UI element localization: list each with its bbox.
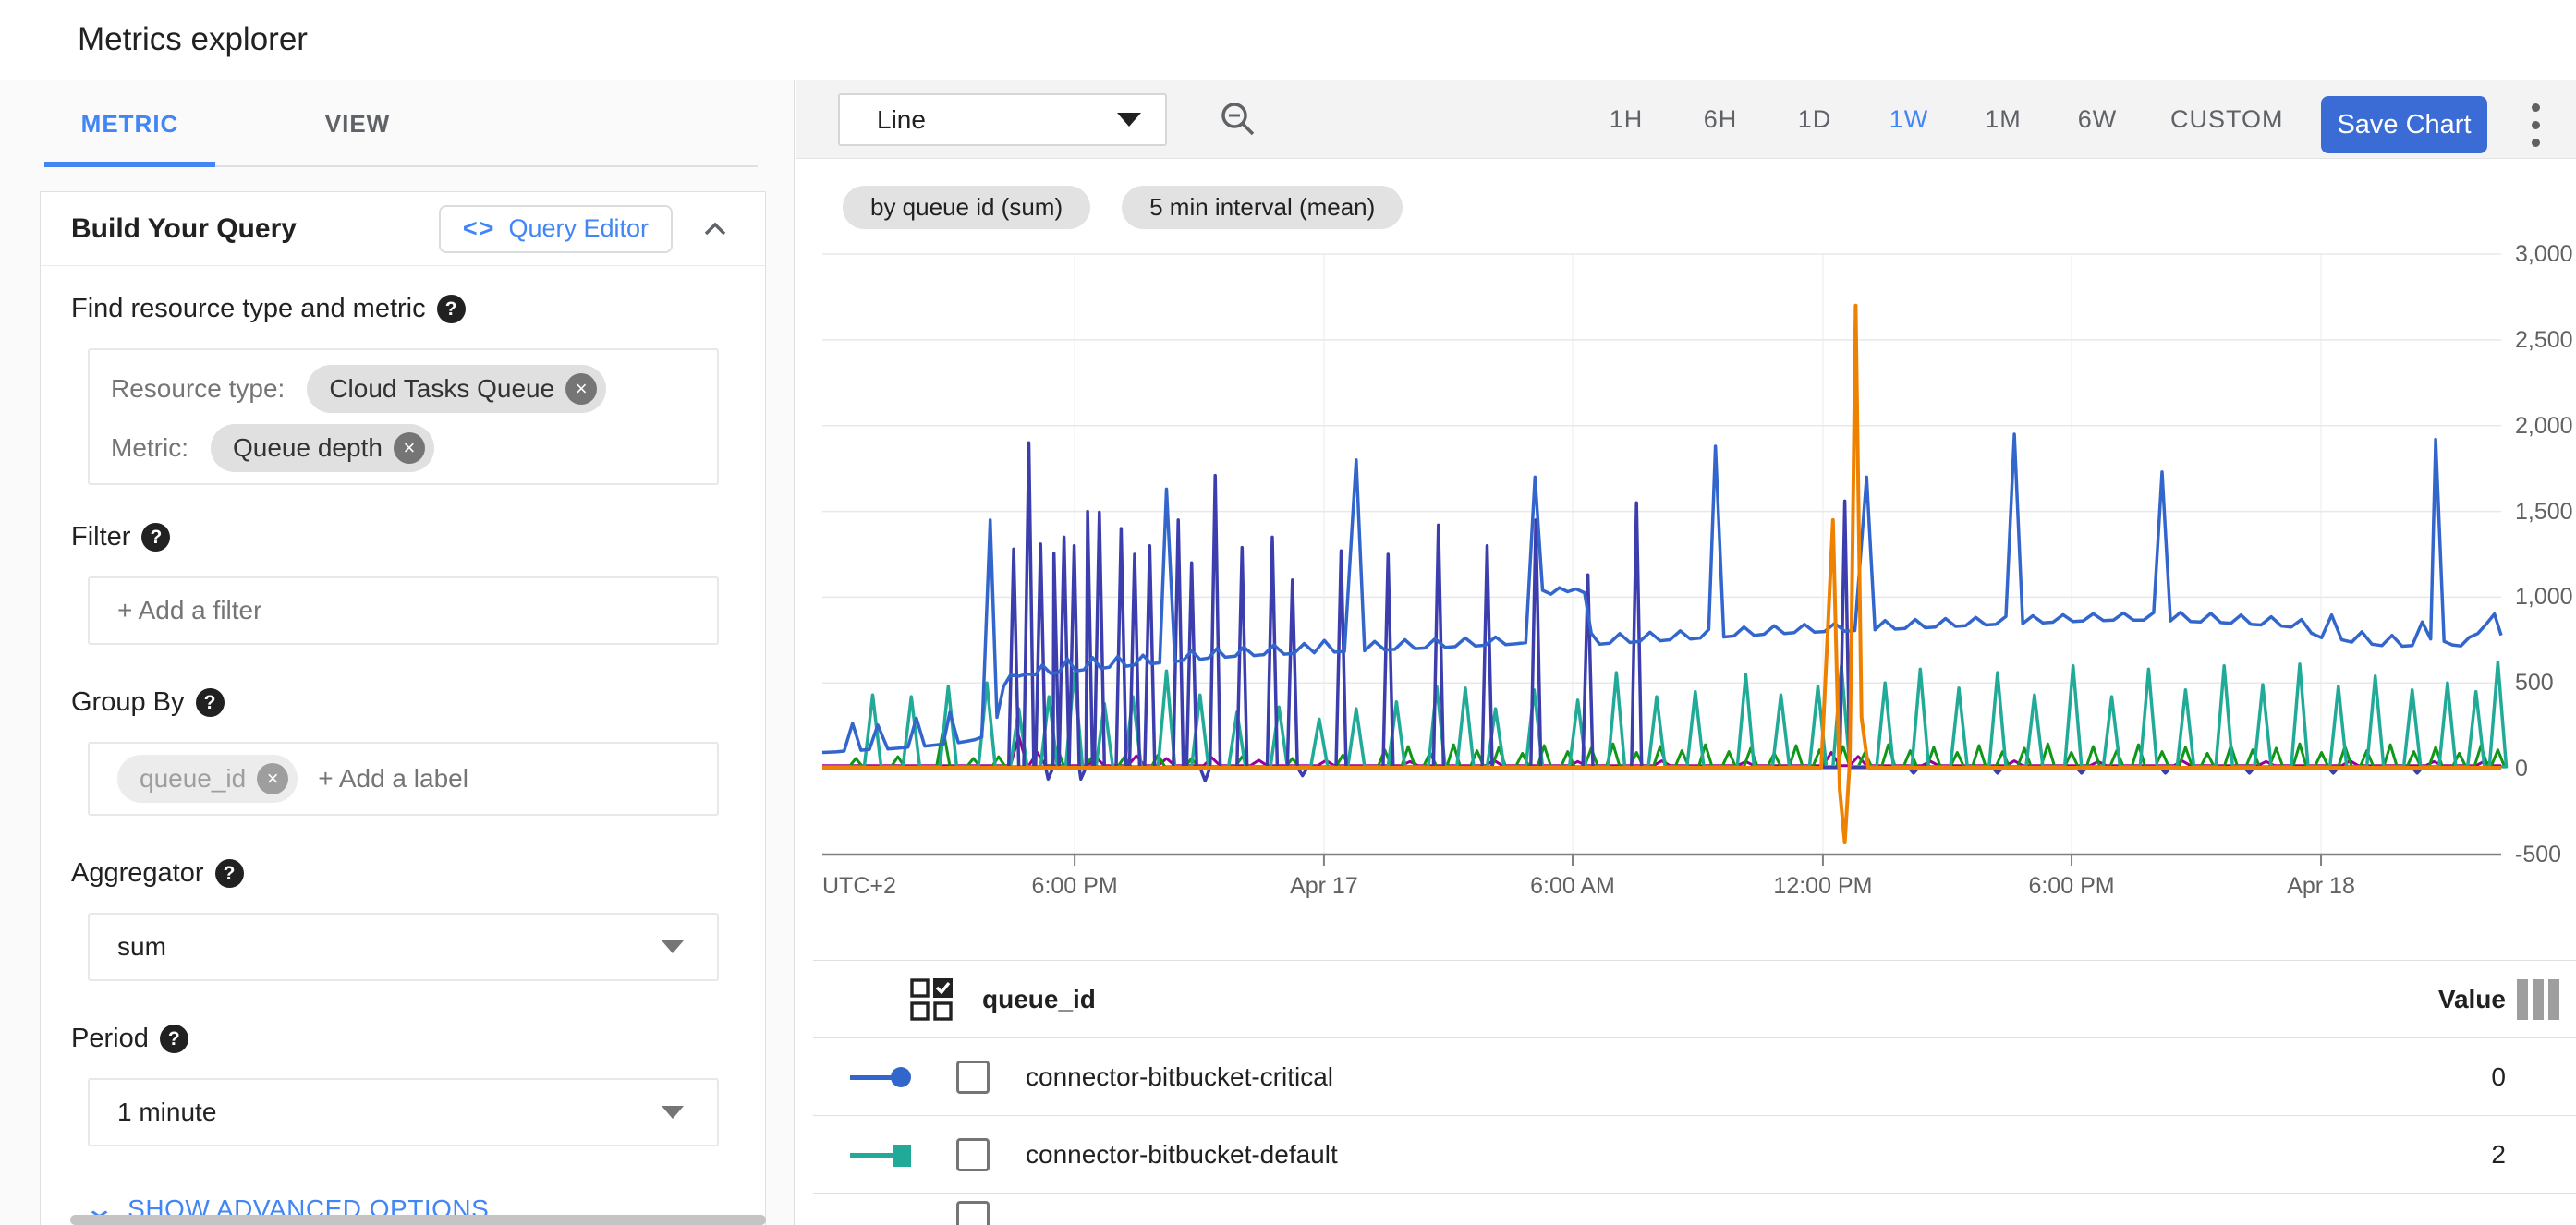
series-checkbox[interactable] bbox=[956, 1138, 990, 1171]
legend-name-column-header[interactable]: queue_id bbox=[982, 985, 1096, 1014]
series-value: 2 bbox=[2491, 1140, 2506, 1170]
aggregation-chips: by queue id (sum) 5 min interval (mean) bbox=[843, 186, 1403, 229]
metric-label: Metric: bbox=[111, 433, 188, 463]
collapse-panel-icon[interactable] bbox=[699, 212, 732, 246]
time-range-button[interactable]: 1D bbox=[1793, 105, 1836, 134]
resource-metric-box: Resource type: Cloud Tasks Queue × Metri… bbox=[88, 348, 719, 485]
group-by-label: Group By ? bbox=[71, 687, 717, 718]
period-select[interactable]: 1 minute bbox=[88, 1078, 719, 1146]
remove-resource-icon[interactable]: × bbox=[565, 373, 597, 405]
time-range-button[interactable]: 1W bbox=[1888, 105, 1930, 134]
y-axis-label: 2,000 bbox=[2515, 413, 2576, 440]
series-marker-icon bbox=[850, 1144, 915, 1166]
y-axis-label: 2,500 bbox=[2515, 327, 2576, 354]
code-icon: <> bbox=[463, 214, 496, 243]
legend-row-partial[interactable] bbox=[813, 1194, 2576, 1225]
y-axis-label: 500 bbox=[2515, 670, 2576, 697]
x-axis-label: Apr 18 bbox=[2287, 873, 2355, 900]
chevron-down-icon bbox=[662, 940, 684, 953]
aggregator-select[interactable]: sum bbox=[88, 913, 719, 981]
filter-label: Filter ? bbox=[71, 522, 717, 552]
x-axis-label: 6:00 PM bbox=[2028, 873, 2114, 900]
series-checkbox[interactable] bbox=[956, 1061, 990, 1094]
y-axis-label: 0 bbox=[2515, 756, 2576, 782]
query-panel: METRIC VIEW OPTIONS Build Your Query <> … bbox=[0, 80, 795, 1225]
help-icon[interactable]: ? bbox=[437, 295, 466, 323]
y-axis-label: 1,500 bbox=[2515, 499, 2576, 526]
query-editor-button[interactable]: <> Query Editor bbox=[439, 205, 673, 253]
legend-value-column-header[interactable]: Value bbox=[2438, 985, 2506, 1014]
metric-chip[interactable]: Queue depth × bbox=[211, 424, 434, 472]
remove-group-by-icon[interactable]: × bbox=[257, 763, 288, 794]
legend-row[interactable]: connector-bitbucket-default 2 bbox=[813, 1116, 2576, 1194]
active-tab-underline bbox=[44, 162, 215, 167]
series-name: connector-bitbucket-default bbox=[1026, 1140, 1338, 1170]
chart-type-select[interactable]: Line bbox=[838, 93, 1167, 146]
time-range-button[interactable]: CUSTOM bbox=[2170, 105, 2284, 134]
series-value: 0 bbox=[2491, 1062, 2506, 1092]
interval-summary-chip[interactable]: 5 min interval (mean) bbox=[1122, 186, 1403, 229]
top-bar: Metrics explorer bbox=[0, 0, 2576, 79]
help-icon[interactable]: ? bbox=[160, 1025, 188, 1053]
toggle-all-series-icon[interactable] bbox=[910, 978, 953, 1021]
save-chart-button[interactable]: Save Chart bbox=[2321, 96, 2487, 153]
metric-line-chart[interactable] bbox=[822, 249, 2501, 855]
aggregator-label: Aggregator ? bbox=[71, 858, 717, 889]
build-query-header: Build Your Query <> Query Editor bbox=[41, 192, 765, 266]
time-range-buttons: 1H 6H 1D 1W 1M 6W CUSTOM bbox=[1605, 80, 2284, 159]
legend-header-row: queue_id Value bbox=[813, 961, 2576, 1038]
chart-panel: Line 1H 6H 1D 1W 1M 6W CUSTOM Save Chart by qu… bbox=[796, 80, 2576, 1225]
x-axis-label: 6:00 AM bbox=[1530, 873, 1615, 900]
search-icon[interactable] bbox=[1216, 97, 1260, 141]
group-by-summary-chip[interactable]: by queue id (sum) bbox=[843, 186, 1090, 229]
legend-row[interactable]: connector-bitbucket-critical 0 bbox=[813, 1038, 2576, 1116]
x-axis-label: UTC+2 bbox=[822, 873, 896, 900]
group-by-input[interactable]: queue_id × + Add a label bbox=[88, 742, 719, 816]
chevron-down-icon bbox=[1117, 113, 1141, 127]
build-query-card: Build Your Query <> Query Editor Find re… bbox=[40, 191, 766, 1225]
help-icon[interactable]: ? bbox=[196, 688, 225, 717]
y-axis-label: 3,000 bbox=[2515, 241, 2576, 268]
time-range-button[interactable]: 1M bbox=[1982, 105, 2024, 134]
y-axis-label: 1,000 bbox=[2515, 584, 2576, 611]
tab-metric[interactable]: METRIC bbox=[44, 80, 215, 167]
x-axis-label: 6:00 PM bbox=[1032, 873, 1118, 900]
x-axis-label: 12:00 PM bbox=[1773, 873, 1872, 900]
chart-canvas bbox=[822, 249, 2501, 867]
time-range-button[interactable]: 6W bbox=[2076, 105, 2119, 134]
resource-type-label: Resource type: bbox=[111, 374, 285, 404]
series-name: connector-bitbucket-critical bbox=[1026, 1062, 1333, 1092]
y-axis-label: -500 bbox=[2515, 842, 2576, 868]
group-by-chip[interactable]: queue_id × bbox=[117, 755, 298, 803]
remove-metric-icon[interactable]: × bbox=[394, 432, 425, 464]
page-title: Metrics explorer bbox=[78, 0, 308, 79]
series-marker-icon bbox=[850, 1066, 915, 1088]
help-icon[interactable]: ? bbox=[141, 523, 170, 552]
resource-type-chip[interactable]: Cloud Tasks Queue × bbox=[307, 365, 606, 413]
add-filter-input[interactable]: + Add a filter bbox=[88, 576, 719, 645]
time-range-button[interactable]: 1H bbox=[1605, 105, 1647, 134]
time-range-button[interactable]: 6H bbox=[1699, 105, 1742, 134]
more-options-icon[interactable] bbox=[2517, 95, 2554, 154]
horizontal-scrollbar[interactable] bbox=[70, 1215, 766, 1225]
series-checkbox[interactable] bbox=[956, 1201, 990, 1225]
chart-toolbar: Line 1H 6H 1D 1W 1M 6W CUSTOM Save Chart bbox=[796, 80, 2576, 159]
period-label: Period ? bbox=[71, 1024, 717, 1054]
help-icon[interactable]: ? bbox=[215, 859, 244, 888]
tab-view-options[interactable]: VIEW OPTIONS bbox=[274, 80, 441, 167]
series-legend-table: queue_id Value connector-bitbucket-criti… bbox=[813, 960, 2576, 1225]
find-metric-label: Find resource type and metric ? bbox=[71, 294, 717, 324]
chevron-down-icon bbox=[662, 1106, 684, 1119]
panel-tabs: METRIC VIEW OPTIONS bbox=[44, 80, 758, 167]
column-settings-icon[interactable] bbox=[2517, 979, 2561, 1020]
build-query-title: Build Your Query bbox=[71, 213, 297, 245]
x-axis-label: Apr 17 bbox=[1290, 873, 1358, 900]
